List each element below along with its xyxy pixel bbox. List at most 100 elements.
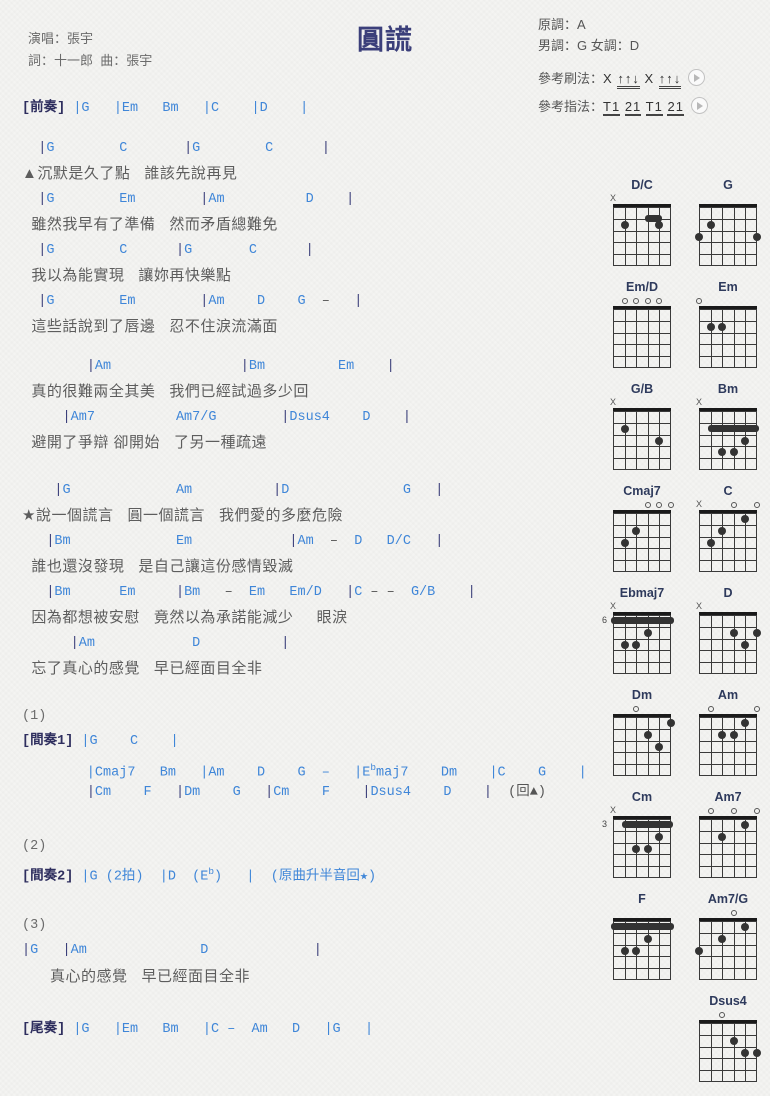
- fret-line: [699, 1058, 757, 1060]
- chord-diagram-em[interactable]: Em: [692, 280, 764, 368]
- finger-dot: [667, 718, 675, 727]
- string-line: [636, 411, 638, 470]
- chord-diagram-row: Dsus4: [606, 994, 764, 1082]
- chord-diagram-cm[interactable]: Cm X 3: [602, 790, 678, 878]
- chord-diagram-label: Cm: [631, 790, 653, 804]
- chord-diagram-ebmaj7[interactable]: Ebmaj7 X 6: [602, 586, 678, 674]
- fret-line: [699, 1034, 757, 1036]
- fretboard-grid: [695, 204, 761, 266]
- play-fingerstyle-icon[interactable]: [690, 97, 708, 114]
- string-line: [636, 513, 638, 572]
- open-string-markers: X: [692, 499, 764, 510]
- string-line: [710, 1023, 712, 1082]
- finger-dot: [729, 1036, 738, 1045]
- barre: [708, 425, 760, 433]
- fret-line: [613, 548, 671, 550]
- key-info: 原調：A 男調：G 女調：D: [538, 14, 639, 56]
- string-line: [733, 921, 735, 980]
- chord-diagram-f[interactable]: F: [606, 892, 678, 980]
- chord-diagram-d[interactable]: DX: [692, 586, 764, 674]
- chord-diagram-label: Dm: [631, 688, 653, 702]
- string-line: [624, 309, 626, 368]
- chord-diagram-panel: D/C X G Em/D Em G/B X Bm X Cmaj7 C X Ebmaj7 X 6 D X Dm Am C…: [602, 178, 764, 1096]
- finger-dot: [695, 946, 703, 955]
- fretboard-grid: [699, 816, 757, 878]
- chord-diagram-label: Ebmaj7: [619, 586, 665, 600]
- finger-dot: [741, 436, 750, 445]
- open-string-markers: [606, 499, 678, 510]
- chord-diagram-em-d[interactable]: Em/D: [606, 280, 678, 368]
- play-strum-icon[interactable]: [688, 69, 706, 86]
- finger-dot: [706, 322, 715, 331]
- muted-string-icon: X: [610, 805, 617, 815]
- chord-line: |G C |G C |: [38, 242, 314, 258]
- chord-line: |G C |G C |: [38, 140, 330, 156]
- fret-line: [699, 320, 757, 322]
- outro-label: [尾奏]: [22, 1022, 66, 1037]
- fret-line: [699, 662, 757, 664]
- open-string-icon: [730, 910, 737, 916]
- muted-string-icon: X: [610, 193, 617, 203]
- chord-diagram-bm[interactable]: Bm X: [692, 382, 764, 470]
- chord-diagram-am7[interactable]: Am7: [692, 790, 764, 878]
- fret-line: [699, 752, 757, 754]
- fret-line: [699, 740, 757, 742]
- string-line: [647, 309, 649, 368]
- chord-diagram-g-b[interactable]: G/B X: [606, 382, 678, 470]
- singer-label: 演唱：張宇: [28, 31, 94, 46]
- fret-line: [699, 842, 757, 844]
- chord-diagram-g[interactable]: G: [692, 178, 764, 266]
- finger-dot: [620, 946, 629, 955]
- finger-dot: [632, 946, 641, 955]
- open-string-markers: [692, 1009, 764, 1020]
- lyric-line: ▲沉默是久了點 誰該先說再見: [22, 165, 238, 182]
- chord-diagram-dm[interactable]: Dm: [606, 688, 678, 776]
- finger-dot: [729, 628, 738, 637]
- chord-line: |G (2拍) |D (E: [81, 869, 209, 885]
- lyric-line: 這些話說到了唇邊 忍不住淚流滿面: [22, 318, 278, 335]
- muted-string-icon: X: [696, 397, 703, 407]
- fretboard-grid: [699, 408, 760, 470]
- fret-line: [613, 764, 671, 766]
- fret-line: [613, 254, 671, 256]
- chord-diagram-am[interactable]: Am: [692, 688, 764, 776]
- finger-dot: [718, 934, 727, 943]
- fretboard-grid: [613, 510, 671, 572]
- grid-border: [699, 819, 757, 878]
- string-line: [647, 411, 649, 470]
- strum-reference: 參考刷法：X ↑↑↓ X ↑↑↓: [538, 68, 706, 89]
- string-line: [722, 1023, 724, 1082]
- chord-diagram-d-c[interactable]: D/C X: [606, 178, 678, 266]
- finger-dot: [655, 742, 664, 751]
- fretboard-grid: [699, 1020, 761, 1082]
- chord-diagram-cmaj7[interactable]: Cmaj7: [606, 484, 678, 572]
- string-line: [722, 921, 724, 980]
- chord-line: |G |Am D |: [22, 943, 322, 958]
- outro-chords: |G |Em Bm |C – Am D |G |: [73, 1022, 374, 1037]
- fret-line: [699, 968, 757, 970]
- open-string-markers: [692, 907, 764, 918]
- lyric-line: 因為都想被安慰 竟然以為承諾能減少 眼淚: [22, 609, 348, 626]
- chord-diagram-c[interactable]: CX: [692, 484, 764, 572]
- string-line: [710, 207, 712, 266]
- finger-dot: [753, 232, 761, 241]
- chord-diagram-am7-g[interactable]: Am7/G: [692, 892, 764, 980]
- fret-line: [613, 434, 671, 436]
- chord-line: |G Em |Am D G – |: [38, 293, 363, 309]
- string-line: [647, 513, 649, 572]
- chord-diagram-dsus4[interactable]: Dsus4: [692, 994, 764, 1082]
- finger-dot: [718, 322, 727, 331]
- original-key: 原調：A: [538, 17, 586, 32]
- string-line: [733, 411, 735, 470]
- strum-x2: X: [644, 71, 655, 86]
- finger-dot: [718, 526, 727, 535]
- string-line: [710, 921, 712, 980]
- open-string-icon: [656, 502, 663, 508]
- string-line: [624, 717, 626, 776]
- fretboard-grid: 3: [602, 816, 674, 878]
- string-line: [636, 309, 638, 368]
